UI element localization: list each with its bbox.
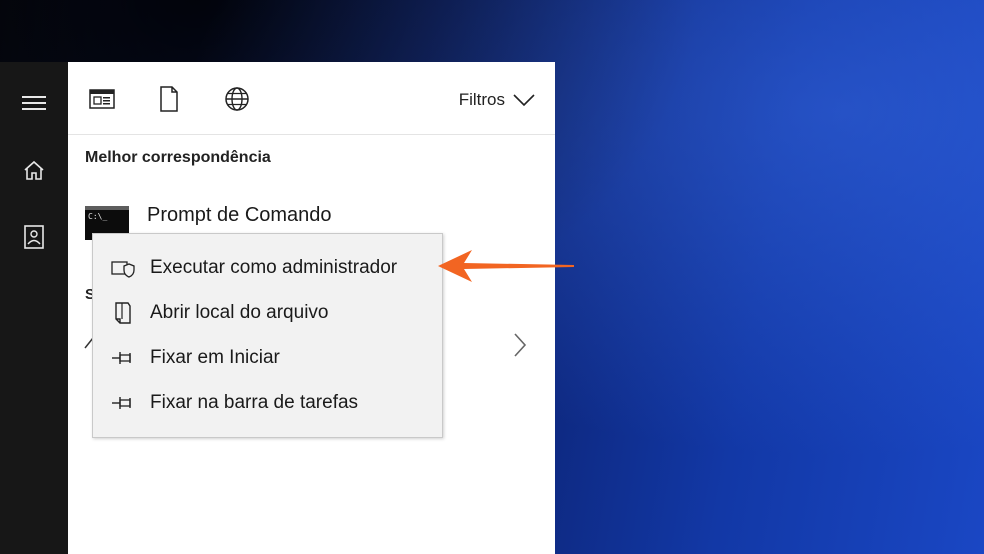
chevron-right-icon[interactable] — [512, 332, 528, 358]
pin-icon — [112, 352, 131, 364]
result-title: Prompt de Comando — [147, 204, 332, 226]
apps-icon — [89, 89, 115, 109]
pin-icon — [112, 397, 131, 409]
notebook-icon — [24, 225, 44, 249]
annotation-arrow-icon — [438, 250, 574, 282]
documents-filter-button[interactable] — [154, 84, 184, 114]
menu-item-pin-to-start[interactable]: Fixar em Iniciar — [93, 336, 442, 380]
hamburger-menu-button[interactable] — [0, 75, 68, 131]
filters-dropdown[interactable]: Filtros — [459, 88, 535, 112]
file-location-icon — [115, 302, 131, 324]
web-filter-button[interactable] — [222, 84, 252, 114]
best-match-heading: Melhor correspondência — [85, 149, 271, 166]
home-button[interactable] — [0, 143, 68, 199]
command-prompt-icon-text: C:\_ — [88, 212, 108, 221]
menu-item-label: Fixar em Iniciar — [150, 347, 280, 368]
menu-item-pin-to-taskbar[interactable]: Fixar na barra de tarefas — [93, 381, 442, 425]
menu-item-open-file-location[interactable]: Abrir local do arquivo — [93, 291, 442, 335]
document-icon — [160, 86, 178, 112]
home-icon — [24, 160, 44, 180]
filters-label: Filtros — [458, 90, 505, 109]
search-toolbar: Filtros — [68, 62, 555, 135]
nav-rail — [0, 62, 68, 554]
shield-icon — [111, 261, 135, 278]
menu-item-label: Abrir local do arquivo — [150, 302, 329, 323]
hamburger-menu-icon — [22, 96, 46, 110]
menu-item-run-as-admin[interactable]: Executar como administrador — [93, 246, 442, 290]
context-menu: Executar como administrador Abrir local … — [92, 233, 443, 438]
menu-item-label: Executar como administrador — [150, 257, 398, 278]
apps-filter-button[interactable] — [87, 84, 117, 114]
notebook-button[interactable] — [0, 209, 68, 265]
menu-item-label: Fixar na barra de tarefas — [150, 392, 359, 413]
chevron-down-icon — [513, 94, 535, 107]
web-icon — [225, 87, 249, 111]
